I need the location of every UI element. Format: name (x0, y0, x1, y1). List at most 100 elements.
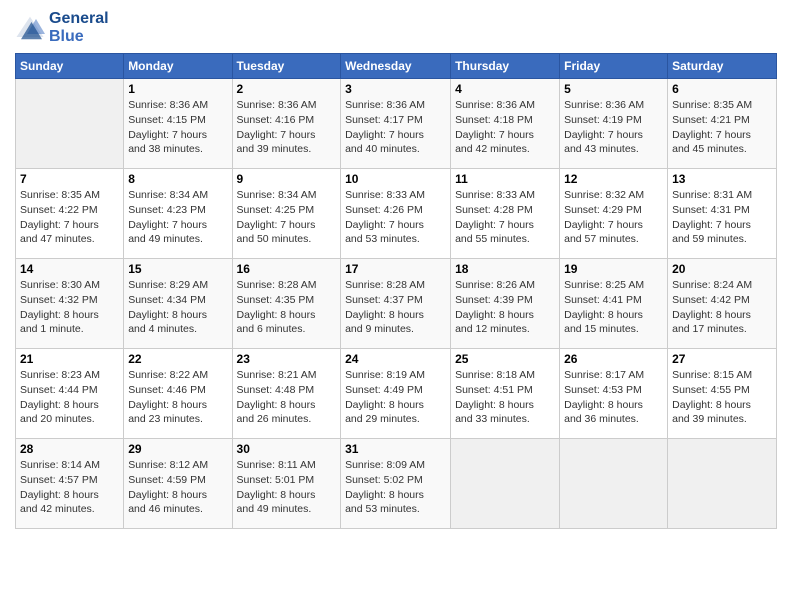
calendar-cell: 2Sunrise: 8:36 AMSunset: 4:16 PMDaylight… (232, 79, 341, 169)
day-number: 21 (20, 352, 119, 366)
day-number: 3 (345, 82, 446, 96)
cell-info: Sunrise: 8:34 AMSunset: 4:25 PMDaylight:… (237, 188, 337, 247)
calendar-cell: 7Sunrise: 8:35 AMSunset: 4:22 PMDaylight… (16, 169, 124, 259)
calendar-cell: 26 Sunrise: 8:17 AMSunset: 4:53 PMDayligh… (560, 349, 668, 439)
cell-info: Sunrise: 8:34 AMSunset: 4:23 PMDaylight:… (128, 188, 227, 247)
cell-info: Sunrise: 8:25 AMSunset: 4:41 PMDaylight:… (564, 278, 663, 337)
page: General Blue SundayMondayTuesdayWednesda… (0, 0, 792, 612)
cell-info: Sunrise: 8:24 AMSunset: 4:42 PMDaylight:… (672, 278, 772, 337)
cell-info: Sunrise: 8:29 AMSunset: 4:34 PMDaylight:… (128, 278, 227, 337)
calendar-cell: 27Sunrise: 8:15 AMSunset: 4:55 PMDayligh… (668, 349, 777, 439)
calendar-header: SundayMondayTuesdayWednesdayThursdayFrid… (16, 54, 777, 79)
day-number: 12 (564, 172, 663, 186)
calendar-week-row: 28 Sunrise: 8:14 AMSunset: 4:57 PMDayligh… (16, 439, 777, 529)
cell-info: Sunrise: 8:36 AMSunset: 4:18 PMDaylight:… (455, 98, 555, 157)
cell-info: Sunrise: 8:33 AMSunset: 4:26 PMDaylight:… (345, 188, 446, 247)
day-number: 19 (564, 262, 663, 276)
calendar-cell: 20 Sunrise: 8:24 AMSunset: 4:42 PMDayligh… (668, 259, 777, 349)
calendar-cell: 6Sunrise: 8:35 AMSunset: 4:21 PMDaylight… (668, 79, 777, 169)
cell-info: Sunrise: 8:31 AMSunset: 4:31 PMDaylight:… (672, 188, 772, 247)
day-number: 14 (20, 262, 119, 276)
calendar-cell: 13 Sunrise: 8:31 AMSunset: 4:31 PMDayligh… (668, 169, 777, 259)
day-number: 25 (455, 352, 555, 366)
calendar-cell: 10 Sunrise: 8:33 AMSunset: 4:26 PMDayligh… (341, 169, 451, 259)
day-number: 11 (455, 172, 555, 186)
day-number: 17 (345, 262, 446, 276)
day-number: 10 (345, 172, 446, 186)
calendar-cell (16, 79, 124, 169)
day-number: 8 (128, 172, 227, 186)
cell-info: Sunrise: 8:12 AMSunset: 4:59 PMDaylight:… (128, 458, 227, 517)
cell-info: Sunrise: 8:26 AMSunset: 4:39 PMDaylight:… (455, 278, 555, 337)
day-of-week-header: Friday (560, 54, 668, 79)
calendar-cell: 25 Sunrise: 8:18 AMSunset: 4:51 PMDayligh… (451, 349, 560, 439)
day-number: 28 (20, 442, 119, 456)
cell-info: Sunrise: 8:18 AMSunset: 4:51 PMDaylight:… (455, 368, 555, 427)
day-of-week-header: Monday (124, 54, 232, 79)
calendar-cell: 30Sunrise: 8:11 AMSunset: 5:01 PMDayligh… (232, 439, 341, 529)
day-number: 22 (128, 352, 227, 366)
day-number: 18 (455, 262, 555, 276)
calendar-cell: 23 Sunrise: 8:21 AMSunset: 4:48 PMDayligh… (232, 349, 341, 439)
day-number: 26 (564, 352, 663, 366)
cell-info: Sunrise: 8:35 AMSunset: 4:21 PMDaylight:… (672, 98, 772, 157)
day-of-week-header: Tuesday (232, 54, 341, 79)
calendar-cell: 28 Sunrise: 8:14 AMSunset: 4:57 PMDayligh… (16, 439, 124, 529)
day-of-week-header: Wednesday (341, 54, 451, 79)
cell-info: Sunrise: 8:23 AMSunset: 4:44 PMDaylight:… (20, 368, 119, 427)
day-number: 20 (672, 262, 772, 276)
cell-info: Sunrise: 8:22 AMSunset: 4:46 PMDaylight:… (128, 368, 227, 427)
calendar-cell: 1 Sunrise: 8:36 AMSunset: 4:15 PMDaylight… (124, 79, 232, 169)
cell-info: Sunrise: 8:14 AMSunset: 4:57 PMDaylight:… (20, 458, 119, 517)
calendar-cell (560, 439, 668, 529)
logo-icon (15, 13, 45, 43)
day-number: 5 (564, 82, 663, 96)
calendar-week-row: 1 Sunrise: 8:36 AMSunset: 4:15 PMDaylight… (16, 79, 777, 169)
calendar-cell: 17 Sunrise: 8:28 AMSunset: 4:37 PMDayligh… (341, 259, 451, 349)
day-number: 4 (455, 82, 555, 96)
cell-info: Sunrise: 8:17 AMSunset: 4:53 PMDaylight:… (564, 368, 663, 427)
calendar-cell: 8 Sunrise: 8:34 AMSunset: 4:23 PMDaylight… (124, 169, 232, 259)
day-number: 13 (672, 172, 772, 186)
calendar-cell: 3Sunrise: 8:36 AMSunset: 4:17 PMDaylight… (341, 79, 451, 169)
cell-info: Sunrise: 8:28 AMSunset: 4:37 PMDaylight:… (345, 278, 446, 337)
day-number: 31 (345, 442, 446, 456)
cell-info: Sunrise: 8:19 AMSunset: 4:49 PMDaylight:… (345, 368, 446, 427)
calendar-cell: 19 Sunrise: 8:25 AMSunset: 4:41 PMDayligh… (560, 259, 668, 349)
calendar-cell: 18 Sunrise: 8:26 AMSunset: 4:39 PMDayligh… (451, 259, 560, 349)
calendar-cell: 16 Sunrise: 8:28 AMSunset: 4:35 PMDayligh… (232, 259, 341, 349)
day-number: 7 (20, 172, 119, 186)
calendar-cell: 5 Sunrise: 8:36 AMSunset: 4:19 PMDaylight… (560, 79, 668, 169)
calendar-week-row: 7Sunrise: 8:35 AMSunset: 4:22 PMDaylight… (16, 169, 777, 259)
cell-info: Sunrise: 8:32 AMSunset: 4:29 PMDaylight:… (564, 188, 663, 247)
calendar-cell: 21 Sunrise: 8:23 AMSunset: 4:44 PMDayligh… (16, 349, 124, 439)
header: General Blue (15, 10, 777, 45)
day-number: 16 (237, 262, 337, 276)
calendar-week-row: 14 Sunrise: 8:30 AMSunset: 4:32 PMDayligh… (16, 259, 777, 349)
calendar-cell: 22 Sunrise: 8:22 AMSunset: 4:46 PMDayligh… (124, 349, 232, 439)
calendar-table: SundayMondayTuesdayWednesdayThursdayFrid… (15, 53, 777, 529)
cell-info: Sunrise: 8:36 AMSunset: 4:16 PMDaylight:… (237, 98, 337, 157)
calendar-cell: 9 Sunrise: 8:34 AMSunset: 4:25 PMDaylight… (232, 169, 341, 259)
calendar-cell: 14 Sunrise: 8:30 AMSunset: 4:32 PMDayligh… (16, 259, 124, 349)
logo: General Blue (15, 10, 109, 45)
day-number: 24 (345, 352, 446, 366)
calendar-cell: 24 Sunrise: 8:19 AMSunset: 4:49 PMDayligh… (341, 349, 451, 439)
calendar-cell: 12 Sunrise: 8:32 AMSunset: 4:29 PMDayligh… (560, 169, 668, 259)
calendar-cell: 11 Sunrise: 8:33 AMSunset: 4:28 PMDayligh… (451, 169, 560, 259)
cell-info: Sunrise: 8:30 AMSunset: 4:32 PMDaylight:… (20, 278, 119, 337)
day-number: 23 (237, 352, 337, 366)
day-number: 1 (128, 82, 227, 96)
cell-info: Sunrise: 8:28 AMSunset: 4:35 PMDaylight:… (237, 278, 337, 337)
calendar-cell (668, 439, 777, 529)
day-number: 15 (128, 262, 227, 276)
day-of-week-header: Saturday (668, 54, 777, 79)
cell-info: Sunrise: 8:36 AMSunset: 4:19 PMDaylight:… (564, 98, 663, 157)
calendar-body: 1 Sunrise: 8:36 AMSunset: 4:15 PMDaylight… (16, 79, 777, 529)
cell-info: Sunrise: 8:36 AMSunset: 4:15 PMDaylight:… (128, 98, 227, 157)
cell-info: Sunrise: 8:21 AMSunset: 4:48 PMDaylight:… (237, 368, 337, 427)
header-row: SundayMondayTuesdayWednesdayThursdayFrid… (16, 54, 777, 79)
cell-info: Sunrise: 8:33 AMSunset: 4:28 PMDaylight:… (455, 188, 555, 247)
calendar-cell: 15 Sunrise: 8:29 AMSunset: 4:34 PMDayligh… (124, 259, 232, 349)
day-number: 9 (237, 172, 337, 186)
